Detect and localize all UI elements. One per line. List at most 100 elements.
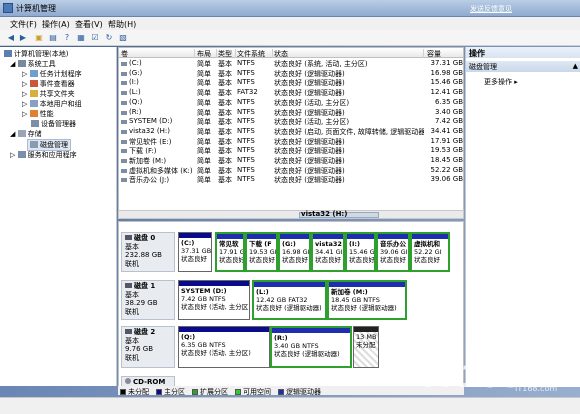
volume-cell: NTFS xyxy=(237,68,255,77)
col-capacity[interactable]: 容量 xyxy=(427,49,463,58)
partition-block[interactable]: (Q:) 6.35 GB NTFS 状态良好 (活动, 主分区) xyxy=(178,326,270,368)
partition-block[interactable]: SYSTEM (D:) 7.42 GB NTFS 状态良好 (活动, 主分区) xyxy=(178,280,250,320)
partition-block[interactable]: 虚拟机和 52.22 GI 状态良好 xyxy=(410,232,450,272)
tree-local-users[interactable]: ▷ 本地用户和组 xyxy=(22,99,82,109)
legend-logical-swatch xyxy=(278,389,284,395)
list-view-icon[interactable]: ▦ xyxy=(76,33,86,43)
disk-0-info[interactable]: 磁盘 0 基本 232.88 GB 联机 xyxy=(121,232,175,272)
volume-row[interactable]: (Q:) 简单 基本 NTFS 状态良好 (活动, 主分区) 6.35 GB xyxy=(119,98,463,108)
show-tree-icon[interactable]: ▤ xyxy=(48,33,58,43)
disk-2-info[interactable]: 磁盘 2 基本 9.76 GB 联机 xyxy=(121,326,175,368)
tree-root-label: 计算机管理(本地) xyxy=(14,50,69,58)
users-icon xyxy=(29,100,38,107)
export-icon[interactable]: ▧ xyxy=(118,33,128,43)
volume-row[interactable]: (L:) 简单 基本 FAT32 状态良好 (逻辑驱动器) 12.41 GB xyxy=(119,88,463,98)
volume-icon xyxy=(121,149,127,154)
volume-row[interactable]: 虚拟机和多媒体 (K:) 简单 基本 NTFS 状态良好 (逻辑驱动器) 52.22 GB xyxy=(119,166,463,176)
partition-block[interactable]: vista32 34.41 GI 状态良好 xyxy=(311,232,345,272)
col-volume[interactable]: 卷 xyxy=(121,49,195,58)
col-filesystem[interactable]: 文件系统 xyxy=(237,49,273,58)
legend-primary-swatch xyxy=(156,389,162,395)
volume-cell: 状态良好 (活动, 主分区) xyxy=(274,98,350,107)
partition-block[interactable]: (L:) 12.42 GB FAT32 状态良好 (逻辑驱动器) xyxy=(252,280,327,320)
collapse-up-icon[interactable]: ▲ xyxy=(573,62,578,70)
volume-cell: FAT32 xyxy=(237,88,258,97)
volume-cell: 简单 xyxy=(197,98,211,107)
menu-file[interactable]: 文件(F) xyxy=(10,19,37,30)
actions-title: 操作 xyxy=(466,47,580,58)
feedback-link[interactable]: 发送反馈意见 xyxy=(470,4,512,14)
partition-block[interactable]: 下载 (F 19.53 GI 状态良好 xyxy=(245,232,278,272)
app-icon xyxy=(3,3,13,13)
partition-status: 状态良好 xyxy=(249,256,275,264)
tree-performance[interactable]: ▷ 性能 xyxy=(22,109,54,119)
chevron-right-icon: ▸ xyxy=(514,78,518,86)
tree-system-tools[interactable]: ◢ 系统工具 xyxy=(10,59,56,69)
tree-task-scheduler-label: 任务计划程序 xyxy=(39,70,82,78)
tree-services[interactable]: ▷ 服务和应用程序 xyxy=(10,150,77,160)
volume-cell: 基本 xyxy=(218,166,232,175)
menu-help[interactable]: 帮助(H) xyxy=(108,19,136,30)
actions-section-disk-management[interactable]: 磁盘管理 ▲ xyxy=(466,61,580,72)
more-actions[interactable]: 更多操作 ▸ xyxy=(484,77,518,87)
scheduler-icon xyxy=(29,70,38,77)
tree-event-viewer[interactable]: ▷ 事件查看器 xyxy=(22,79,75,89)
unallocated-space[interactable]: 13 MB 未分配 xyxy=(353,326,379,368)
volume-icon xyxy=(121,81,127,86)
tree-shared-folders[interactable]: ▷ 共享文件夹 xyxy=(22,89,75,99)
volume-cell: 状态良好 (活动, 主分区) xyxy=(274,118,350,127)
volume-row[interactable]: (R:) 简单 基本 NTFS 状态良好 (逻辑驱动器) 3.40 GB xyxy=(119,108,463,118)
col-type[interactable]: 类型 xyxy=(218,49,236,58)
legend-unallocated-label: 未分配 xyxy=(128,388,149,396)
menu-action[interactable]: 操作(A) xyxy=(42,19,70,30)
horizontal-scrollbar[interactable] xyxy=(118,210,464,219)
volume-cell: (R:) xyxy=(129,107,142,116)
tree-services-label: 服务和应用程序 xyxy=(27,151,77,159)
refresh-icon[interactable]: ↻ xyxy=(104,33,114,43)
volume-row[interactable]: (G:) 简单 基本 NTFS 状态良好 (逻辑驱动器) 16.98 GB xyxy=(119,69,463,79)
volume-row[interactable]: 下载 (F:) 简单 基本 NTFS 状态良好 (逻辑驱动器) 19.53 GB xyxy=(119,146,463,156)
col-status[interactable]: 状态 xyxy=(274,49,424,58)
partition-color-bar xyxy=(412,234,448,239)
legend-unallocated: 未分配 xyxy=(120,387,149,397)
partition-block[interactable]: (G:) 16.98 GI 状态良好 xyxy=(278,232,311,272)
volume-cell: 简单 xyxy=(197,176,211,185)
properties-icon[interactable]: ☑ xyxy=(90,33,100,43)
forward-icon[interactable]: ▶ xyxy=(18,33,28,43)
volume-row[interactable]: 新加卷 (M:) 简单 基本 NTFS 状态良好 (逻辑驱动器) 18.45 GB xyxy=(119,156,463,166)
back-icon[interactable]: ◀ xyxy=(6,33,16,43)
volume-row[interactable]: (I:) 简单 基本 NTFS 状态良好 (逻辑驱动器) 15.46 GB xyxy=(119,78,463,88)
tree-storage[interactable]: ◢ 存储 xyxy=(10,129,42,139)
partition-block[interactable]: 常见软 17.91 G 状态良好 xyxy=(215,232,245,272)
volume-list-header: 卷 布局 类型 文件系统 状态 容量 xyxy=(119,48,463,58)
tree-task-scheduler[interactable]: ▷ 任务计划程序 xyxy=(22,69,82,79)
cdrom-icon xyxy=(125,378,131,384)
partition-size: 16.98 GI xyxy=(282,248,310,256)
title-bar: 计算机管理 发送反馈意见 xyxy=(0,0,580,17)
partition-block[interactable]: (R:) 3.40 GB NTFS 状态良好 (逻辑驱动器) xyxy=(270,326,352,368)
partition-block[interactable]: 音乐办公 39.06 GI 状态良好 xyxy=(376,232,410,272)
volume-cell: 状态良好 (逻辑驱动器) xyxy=(274,79,345,88)
col-layout[interactable]: 布局 xyxy=(197,49,217,58)
partition-block[interactable]: (C:) 37.31 GB 状态良好 xyxy=(178,232,212,272)
partition-legend: 未分配 主分区 扩展分区 可用空间 逻辑驱动器 xyxy=(118,386,464,397)
tree-device-manager[interactable]: 设备管理器 xyxy=(31,119,76,129)
disk-1-info[interactable]: 磁盘 1 基本 38.29 GB 联机 xyxy=(121,280,175,320)
partition-block[interactable]: (I:) 15.46 G 状态良好 xyxy=(345,232,376,272)
volume-row[interactable]: (C:) 简单 基本 NTFS 状态良好 (系统, 活动, 主分区) 37.31 GB xyxy=(119,59,463,69)
volume-cell: NTFS xyxy=(237,175,255,184)
partition-color-bar xyxy=(354,327,378,332)
volume-cell: 状态良好 (逻辑驱动器) xyxy=(274,166,345,175)
menu-view[interactable]: 查看(V) xyxy=(75,19,103,30)
partition-size: 17.91 G xyxy=(219,248,245,256)
tree-root[interactable]: 计算机管理(本地) xyxy=(4,49,68,59)
volume-row[interactable]: 音乐办公 (J:) 简单 基本 NTFS 状态良好 (逻辑驱动器) 39.06 GB xyxy=(119,175,463,185)
volume-icon xyxy=(121,71,127,76)
partition-block[interactable]: 新加卷 (M:) 18.45 GB NTFS 状态良好 (逻辑驱动器) xyxy=(327,280,407,320)
up-folder-icon[interactable]: ▣ xyxy=(34,33,44,43)
help-icon[interactable]: ? xyxy=(62,33,72,43)
volume-row[interactable]: 常见软件 (E:) 简单 基本 NTFS 状态良好 (逻辑驱动器) 17.91 GB xyxy=(119,137,463,147)
volume-row[interactable]: SYSTEM (D:) 简单 基本 NTFS 状态良好 (活动, 主分区) 7.42 GB xyxy=(119,117,463,127)
watermark-logo: IT168 xyxy=(425,360,525,395)
volume-row[interactable]: vista32 (H:) 简单 基本 NTFS 状态良好 (启动, 页面文件, 故障转储… xyxy=(119,127,463,137)
